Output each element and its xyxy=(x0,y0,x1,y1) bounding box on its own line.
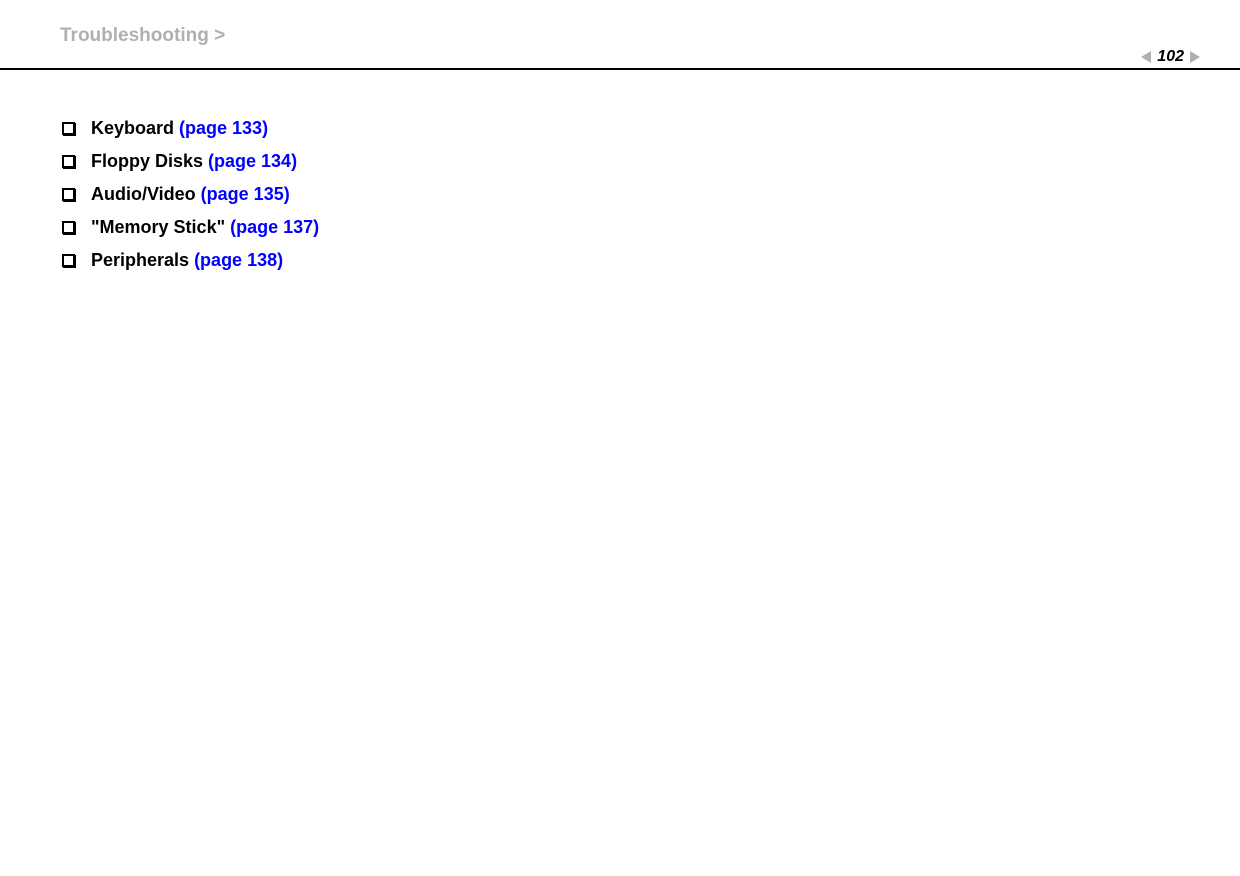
item-label: Audio/Video xyxy=(91,184,196,205)
page-link[interactable]: (page 138) xyxy=(194,250,283,271)
bullet-icon xyxy=(62,254,75,267)
bullet-icon xyxy=(62,188,75,201)
next-page-icon[interactable] xyxy=(1190,51,1200,63)
page-link[interactable]: (page 134) xyxy=(208,151,297,172)
page-header: Troubleshooting > 102 xyxy=(0,0,1240,70)
page-number: 102 xyxy=(1157,48,1184,66)
item-label: "Memory Stick" xyxy=(91,217,225,238)
bullet-icon xyxy=(62,155,75,168)
item-label: Peripherals xyxy=(91,250,189,271)
breadcrumb[interactable]: Troubleshooting > xyxy=(60,25,225,47)
page-navigation: 102 xyxy=(1141,48,1200,66)
list-item: Audio/Video (page 135) xyxy=(62,184,1240,205)
content-area: Keyboard (page 133) Floppy Disks (page 1… xyxy=(0,70,1240,271)
page-link[interactable]: (page 137) xyxy=(230,217,319,238)
bullet-icon xyxy=(62,122,75,135)
bullet-icon xyxy=(62,221,75,234)
page-link[interactable]: (page 133) xyxy=(179,118,268,139)
list-item: "Memory Stick" (page 137) xyxy=(62,217,1240,238)
prev-page-icon[interactable] xyxy=(1141,51,1151,63)
page-link[interactable]: (page 135) xyxy=(201,184,290,205)
list-item: Keyboard (page 133) xyxy=(62,118,1240,139)
list-item: Peripherals (page 138) xyxy=(62,250,1240,271)
list-item: Floppy Disks (page 134) xyxy=(62,151,1240,172)
item-label: Floppy Disks xyxy=(91,151,203,172)
item-label: Keyboard xyxy=(91,118,174,139)
